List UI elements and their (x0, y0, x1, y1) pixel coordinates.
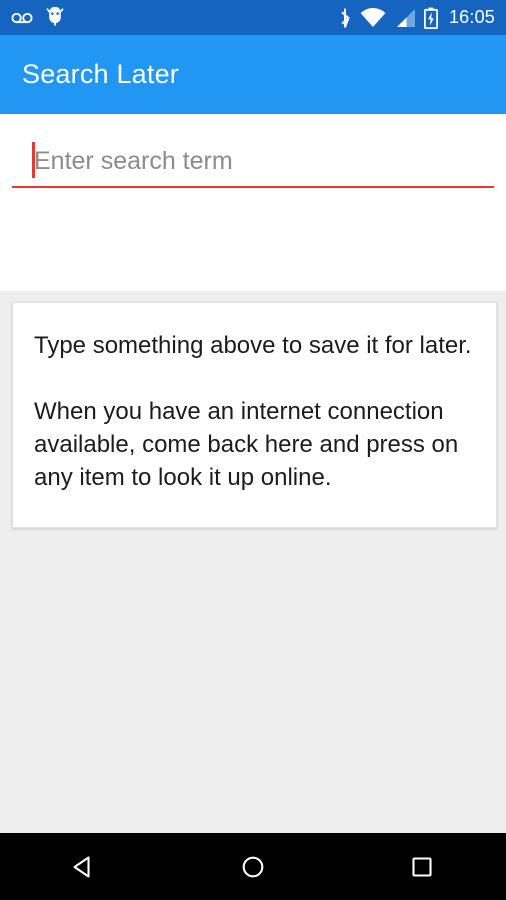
nav-back-button[interactable] (39, 833, 129, 900)
home-circle-icon (242, 856, 264, 877)
nav-home-button[interactable] (208, 833, 298, 900)
app-bar: Search Later (0, 35, 506, 114)
battery-charging-icon (423, 7, 438, 29)
search-input[interactable] (34, 136, 489, 186)
status-bar-left-icons (11, 6, 64, 29)
nav-recents-button[interactable] (377, 833, 467, 900)
android-navigation-bar (0, 833, 506, 900)
status-bar-clock: 16:05 (448, 7, 495, 27)
recents-square-icon (412, 856, 432, 877)
search-field[interactable] (12, 136, 494, 196)
wifi-icon (360, 7, 386, 28)
bluetooth-icon (338, 7, 352, 29)
page-title: Search Later (22, 59, 179, 89)
search-field-underline (12, 186, 494, 188)
search-input-panel: ADD (0, 114, 506, 377)
voicemail-icon (11, 11, 33, 25)
status-bar: 16:05 (0, 0, 506, 35)
cellular-signal-icon (394, 8, 416, 28)
empty-state-card: Type something above to save it for late… (12, 302, 497, 528)
content-area: Type something above to save it for late… (0, 291, 506, 833)
empty-state-message: Type something above to save it for late… (34, 332, 472, 491)
status-bar-right-icons: 16:05 (338, 7, 495, 29)
adb-debug-icon (46, 6, 64, 29)
back-triangle-icon (73, 855, 90, 878)
phone-screen: 16:05 Search Later ADD Type something ab… (0, 0, 506, 900)
